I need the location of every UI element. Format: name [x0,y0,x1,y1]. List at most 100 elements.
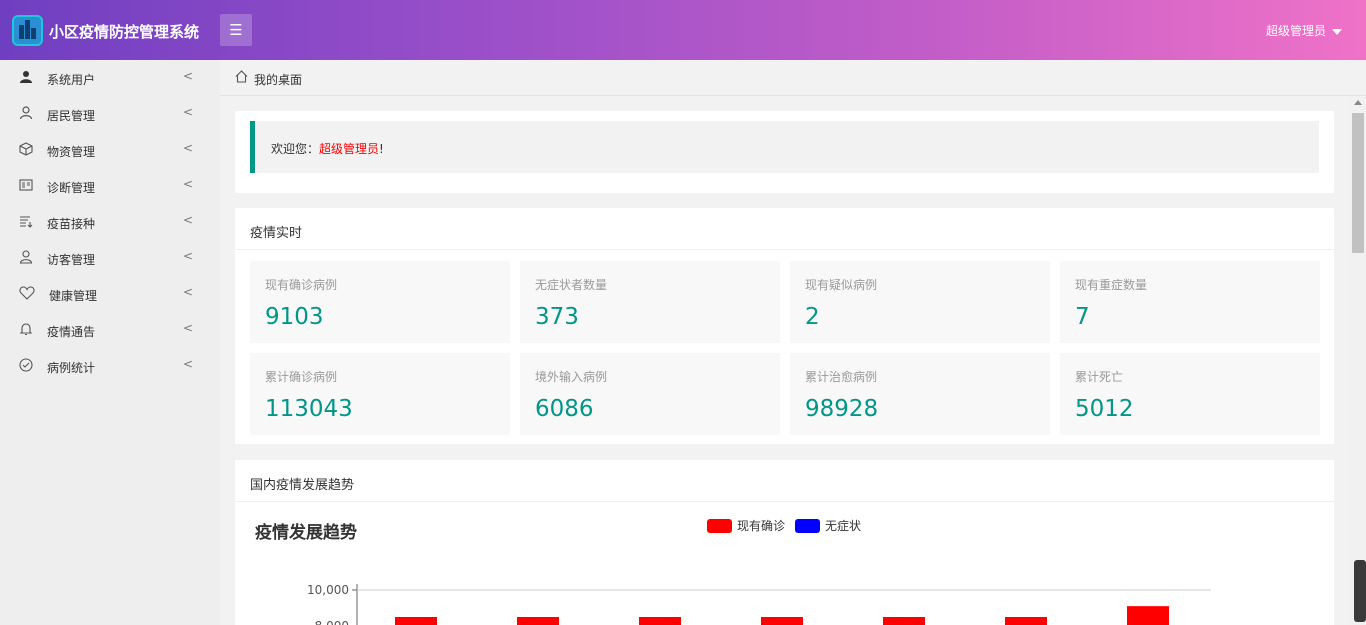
welcome-suffix: ! [379,142,384,156]
bar [517,617,559,625]
side-widget[interactable] [1354,560,1366,622]
home-icon[interactable] [235,70,248,87]
sidebar-item-diagnosis[interactable]: 诊断管理 < [0,168,220,204]
sidebar-item-label: 病例统计 [47,361,96,375]
sidebar: 系统用户 < 居民管理 < 物资管理 < 诊断管理 < 疫苗接种 < 访客管理 … [0,60,220,625]
sidebar-item-case-stats[interactable]: 病例统计 < [0,348,220,384]
bar [1127,606,1169,625]
bar [761,617,803,625]
trend-chart: 8,000 10,000 [307,583,1211,625]
box-icon [19,142,33,156]
chevron-left-icon: < [183,105,194,119]
user-outline-icon [19,106,33,120]
trend-card: 国内疫情发展趋势 疫情发展趋势 现有确诊 无症状 8,00010,000 [235,460,1334,625]
sidebar-item-label: 系统用户 [47,73,96,87]
stat-label: 无症状者数量 [535,278,608,292]
chevron-left-icon: < [183,249,194,263]
logo-building-bar [25,20,30,39]
bar [883,617,925,625]
stat-suspected: 现有疑似病例 2 [790,261,1050,343]
stat-value: 6086 [535,396,594,422]
user-name: 超级管理员 [1265,24,1326,38]
bell-icon [19,322,33,336]
bar [395,617,437,625]
realtime-stats-card: 疫情实时 现有确诊病例 9103 无症状者数量 373 现有疑似病例 2 现有重… [235,208,1334,444]
breadcrumb: 我的桌面 [220,60,1366,96]
stat-value: 7 [1075,304,1090,330]
sidebar-item-label: 居民管理 [47,109,96,123]
welcome-card: 欢迎您：超级管理员! [235,111,1334,193]
scroll-up-arrow-icon[interactable] [1354,100,1362,105]
sidebar-item-label: 疫苗接种 [47,217,96,231]
stat-asymptomatic: 无症状者数量 373 [520,261,780,343]
card-title: 国内疫情发展趋势 [250,478,355,493]
card-header: 疫情实时 [235,208,1334,250]
top-header: 小区疫情防控管理系统 ☰ 超级管理员 [0,0,1366,60]
app-logo-icon [12,15,43,46]
app-title: 小区疫情防控管理系统 [49,23,200,41]
page-scrollbar[interactable] [1350,96,1366,625]
card-title: 疫情实时 [250,226,303,241]
bar [1005,617,1047,625]
heart-icon [19,286,35,300]
sidebar-item-label: 疫情通告 [47,325,96,339]
sidebar-item-supplies[interactable]: 物资管理 < [0,132,220,168]
stat-value: 9103 [265,304,324,330]
logo-building-bar [19,25,24,39]
sidebar-item-label: 访客管理 [47,253,96,267]
main-content: 欢迎您：超级管理员! 疫情实时 现有确诊病例 9103 无症状者数量 373 现… [220,96,1350,625]
sidebar-item-health[interactable]: 健康管理 < [0,276,220,312]
chevron-left-icon: < [183,357,194,371]
stat-value: 113043 [265,396,353,422]
chevron-left-icon: < [183,321,194,335]
sidebar-item-system-users[interactable]: 系统用户 < [0,60,220,96]
menu-toggle-button[interactable]: ☰ [220,14,252,46]
bar [639,617,681,625]
y-tick-label: 8,000 [315,619,349,625]
welcome-text: 欢迎您：超级管理员! [271,140,384,157]
report-icon [19,178,33,192]
sidebar-item-residents[interactable]: 居民管理 < [0,96,220,132]
sidebar-item-label: 健康管理 [49,289,98,303]
sidebar-item-notices[interactable]: 疫情通告 < [0,312,220,348]
sidebar-item-label: 诊断管理 [47,181,96,195]
stat-label: 累计死亡 [1075,370,1124,384]
sidebar-item-label: 物资管理 [47,145,96,159]
card-header: 国内疫情发展趋势 [235,460,1334,502]
welcome-box: 欢迎您：超级管理员! [250,121,1319,173]
sidebar-item-visitors[interactable]: 访客管理 < [0,240,220,276]
sidebar-item-vaccination[interactable]: 疫苗接种 < [0,204,220,240]
stat-label: 现有重症数量 [1075,278,1148,292]
stat-severe: 现有重症数量 7 [1060,261,1320,343]
stat-label: 现有疑似病例 [805,278,878,292]
stat-value: 373 [535,304,579,330]
menu-icon: ☰ [229,21,243,39]
stat-total-deaths: 累计死亡 5012 [1060,353,1320,435]
visitor-icon [19,250,33,264]
stat-label: 现有确诊病例 [265,278,338,292]
stat-imported: 境外输入病例 6086 [520,353,780,435]
check-circle-icon [19,358,33,372]
stat-value: 98928 [805,396,879,422]
chevron-left-icon: < [183,141,194,155]
stat-current-confirmed: 现有确诊病例 9103 [250,261,510,343]
scroll-thumb[interactable] [1352,113,1364,253]
welcome-prefix: 欢迎您： [271,142,320,156]
caret-down-icon [1332,28,1342,35]
user-menu[interactable]: 超级管理员 [1266,22,1342,39]
stat-total-confirmed: 累计确诊病例 113043 [250,353,510,435]
stat-label: 累计确诊病例 [265,370,338,384]
stat-label: 境外输入病例 [535,370,608,384]
stat-label: 累计治愈病例 [805,370,878,384]
list-icon [19,214,33,228]
chevron-left-icon: < [183,213,194,227]
stat-value: 2 [805,304,820,330]
chevron-left-icon: < [183,69,194,83]
welcome-user: 超级管理员 [319,142,380,156]
user-solid-icon [19,70,33,84]
stat-value: 5012 [1075,396,1134,422]
stat-total-cured: 累计治愈病例 98928 [790,353,1050,435]
chevron-left-icon: < [183,285,194,299]
y-tick-label: 10,000 [307,583,349,597]
breadcrumb-current[interactable]: 我的桌面 [254,71,302,88]
